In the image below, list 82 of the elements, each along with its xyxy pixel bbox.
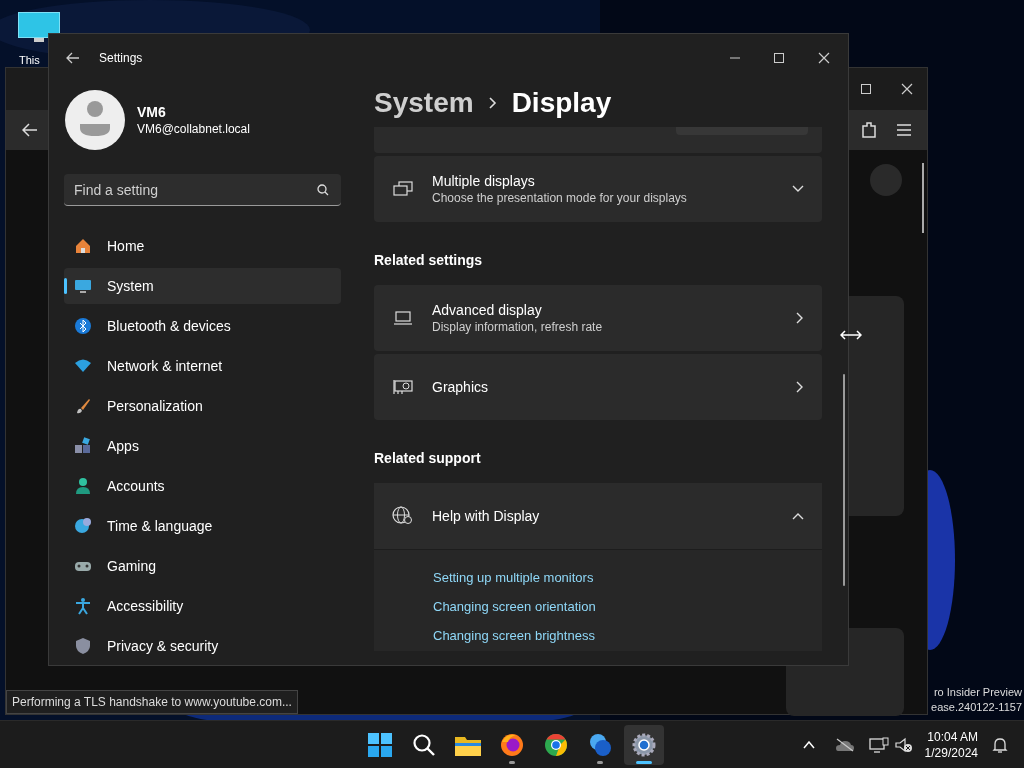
chevron-down-icon[interactable] [792,185,804,193]
status-tooltip: Performing a TLS handshake to www.youtube.com... [6,690,298,714]
desktop-icon-label[interactable]: This [19,54,40,66]
monitors-icon [393,181,413,197]
settings-card[interactable]: Help with Display [374,483,822,549]
nav-item[interactable]: Accessibility [64,588,341,624]
user-name: VM6 [137,103,167,121]
folder-icon[interactable] [455,734,481,756]
accounts-icon [74,477,92,495]
back-icon[interactable] [22,123,38,137]
chevron-up-icon[interactable] [792,512,804,520]
card-subtitle: Choose the presentation mode for your displays [432,190,688,206]
back-icon[interactable] [66,52,80,64]
card-title: Advanced display [432,301,543,319]
window-title: Settings [99,50,143,67]
clock-date[interactable]: 1/29/2024 [924,745,978,761]
section-heading: Related settings [374,252,483,268]
search-icon [317,184,329,196]
watermark-text: ease.240122-1157 [930,700,1022,715]
chevron-right-icon[interactable] [796,381,804,393]
maximize-icon[interactable] [861,84,871,94]
browser-circle-icon[interactable] [544,733,568,757]
help-link[interactable]: Changing screen brightness [433,626,595,645]
network-icon[interactable] [868,737,889,753]
clock-time[interactable]: 10:04 AM [927,729,978,745]
browser-fox-icon[interactable] [500,733,524,757]
close-icon[interactable] [818,52,830,64]
avatar-icon [65,90,125,150]
graphics-card-icon [393,379,413,395]
gear-icon[interactable] [632,733,656,757]
help-link[interactable]: Setting up multiple monitors [433,568,594,587]
section-heading: Related support [374,450,481,466]
settings-card[interactable]: Advanced display Display information, refresh rate [374,285,822,351]
watermark-text: ro Insider Preview [932,685,1022,700]
home-icon [74,237,92,255]
monitor-icon[interactable] [18,12,60,44]
accessibility-icon [74,597,92,615]
card-subtitle: Display information, refresh rate [432,319,604,335]
globe-icon [392,506,414,526]
time-icon [74,517,92,535]
scrollbar-thumb[interactable] [843,374,845,586]
resize-cursor-icon [840,330,862,340]
nav-item[interactable]: Privacy & security [64,628,341,664]
card-title: Multiple displays [432,172,536,190]
search-field[interactable]: Find a setting [64,174,341,206]
nav-item[interactable]: Accounts [64,468,341,504]
help-chat-icon[interactable] [588,733,612,757]
nav-item[interactable]: Home [64,228,341,264]
chevron-right-icon[interactable] [796,312,804,324]
nav-item[interactable]: Bluetooth & devices [64,308,341,344]
card-title: Graphics [432,378,490,396]
brush-icon [74,397,92,415]
puzzle-icon[interactable] [861,121,877,139]
settings-card[interactable]: Graphics [374,354,822,420]
nav-item[interactable]: System [64,268,341,304]
help-link[interactable]: Changing screen orientation [433,597,596,616]
search-icon[interactable] [413,734,435,756]
apps-icon [74,437,92,455]
bluetooth-icon [74,317,92,335]
speaker-muted-icon[interactable] [894,737,913,753]
privacy-icon [74,637,92,655]
settings-card[interactable]: Multiple displays Choose the presentation mode for your displays [374,156,822,222]
cloud-off-icon[interactable] [834,738,855,752]
maximize-icon[interactable] [774,53,784,63]
breadcrumb-link[interactable]: System [374,82,474,124]
card-title: Help with Display [432,507,541,525]
nav-item[interactable]: Network & internet [64,348,341,384]
scrollbar-thumb[interactable] [922,163,924,233]
nav-item[interactable]: Time & language [64,508,341,544]
chevron-right-icon [488,97,497,109]
windows-logo-icon[interactable] [368,733,392,757]
close-icon[interactable] [901,83,913,95]
nav-item[interactable]: Apps [64,428,341,464]
laptop-icon [393,311,413,325]
user-email: VM6@collabnet.local [137,121,250,137]
avatar-placeholder [870,164,902,196]
page-title: Display [511,86,612,120]
bell-icon[interactable] [992,737,1008,753]
nav-item[interactable]: Gaming [64,548,341,584]
system-icon [74,277,92,295]
menu-icon[interactable] [897,124,911,136]
nav-item[interactable]: Personalization [64,388,341,424]
